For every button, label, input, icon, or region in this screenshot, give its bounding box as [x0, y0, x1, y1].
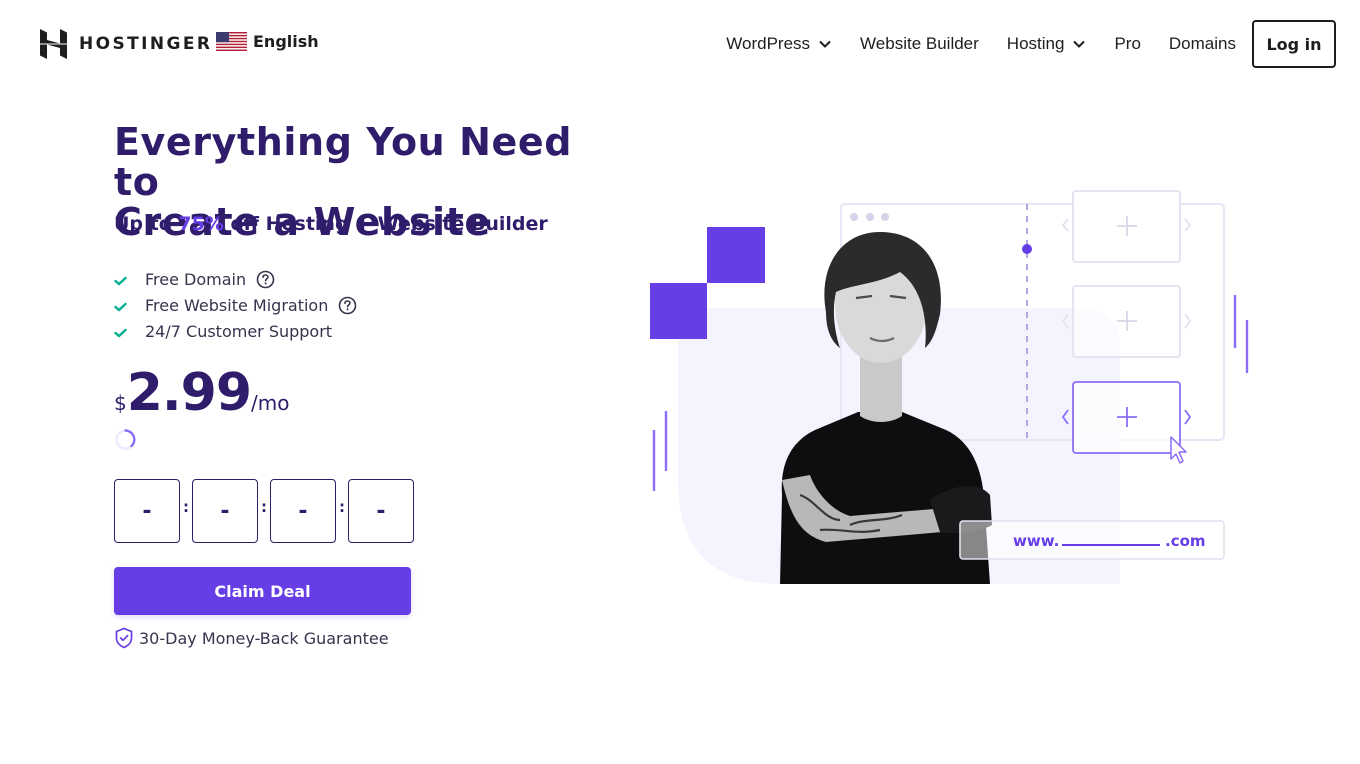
add-block-card-2	[1061, 285, 1192, 358]
nav-item-label: Pro	[1114, 34, 1141, 53]
subtitle-prefix: Up to	[114, 213, 179, 235]
check-icon	[114, 276, 127, 286]
subtitle-suffix: off Hosting + Website Builder	[223, 213, 548, 235]
countdown-seconds: -	[348, 479, 414, 543]
guide-dot	[1022, 244, 1032, 254]
countdown-separator: :	[339, 498, 345, 516]
feature-label: 24/7 Customer Support	[145, 321, 333, 341]
language-selector[interactable]: English	[216, 32, 319, 51]
help-circle-icon[interactable]	[338, 296, 357, 315]
nav-item-label: Website Builder	[860, 34, 979, 53]
help-circle-icon[interactable]	[256, 270, 275, 289]
price-period: /mo	[251, 391, 290, 415]
nav-item-pro[interactable]: Pro	[1114, 34, 1140, 54]
feature-list: Free Domain Free Website Migration 24/7 …	[114, 266, 357, 344]
countdown-separator: :	[183, 498, 189, 516]
price: $ 2.99 /mo	[114, 362, 290, 424]
purple-square	[707, 227, 765, 283]
countdown-separator: :	[261, 498, 267, 516]
language-label: English	[253, 32, 319, 51]
main-nav: WordPress Website Builder Hosting Pro Do…	[726, 20, 1336, 68]
shield-check-icon	[115, 627, 133, 649]
nav-item-label: Domains	[1168, 34, 1236, 53]
hero-illustration: www. .com	[640, 180, 1260, 590]
check-icon	[114, 328, 127, 338]
countdown-days: -	[114, 479, 180, 543]
check-icon	[114, 302, 127, 312]
website-builder-illustration: www. .com	[650, 190, 1249, 584]
hostinger-logo[interactable]: HOSTINGER	[40, 29, 212, 59]
hero-title-line1: Everything You Need to	[114, 120, 573, 204]
guarantee-label: 30-Day Money-Back Guarantee	[139, 628, 389, 648]
nav-item-wordpress[interactable]: WordPress	[726, 34, 832, 54]
domain-bar: www. .com	[959, 520, 1225, 560]
login-button[interactable]: Log in	[1252, 20, 1336, 68]
price-amount: 2.99	[126, 363, 252, 423]
nav-item-label: Hosting	[1006, 34, 1065, 53]
domain-prefix: www.	[1013, 532, 1059, 550]
countdown-timer: - : - : - : -	[114, 479, 414, 543]
feature-item: Free Website Migration	[114, 292, 357, 318]
feature-item: Free Domain	[114, 266, 357, 292]
countdown-minutes: -	[270, 479, 336, 543]
feature-label: Free Domain	[145, 269, 247, 289]
hero-subtitle: Up to 75% off Hosting + Website Builder	[114, 213, 548, 235]
nav-item-hosting[interactable]: Hosting	[1007, 34, 1087, 54]
money-back-guarantee: 30-Day Money-Back Guarantee	[114, 627, 389, 649]
us-flag-icon	[216, 32, 247, 51]
add-block-card-1	[1061, 190, 1192, 263]
nav-item-domains[interactable]: Domains	[1169, 34, 1236, 54]
hostinger-logo-icon	[40, 29, 67, 59]
purple-square	[650, 283, 707, 339]
loading-spinner-icon	[115, 429, 136, 450]
claim-deal-button[interactable]: Claim Deal	[114, 567, 411, 615]
price-currency: $	[114, 391, 127, 415]
feature-label: Free Website Migration	[145, 295, 329, 315]
domain-suffix: .com	[1165, 532, 1206, 550]
chevron-down-icon	[1073, 40, 1086, 48]
nav-item-label: WordPress	[726, 34, 811, 53]
feature-item: 24/7 Customer Support	[114, 318, 357, 344]
site-header: HOSTINGER English WordPress Website Buil…	[0, 0, 1360, 88]
discount-percent: 75%	[178, 213, 224, 235]
chevron-down-icon	[819, 40, 831, 48]
countdown-hours: -	[192, 479, 258, 543]
nav-item-website-builder[interactable]: Website Builder	[860, 34, 979, 54]
brand-name: HOSTINGER	[79, 34, 213, 54]
